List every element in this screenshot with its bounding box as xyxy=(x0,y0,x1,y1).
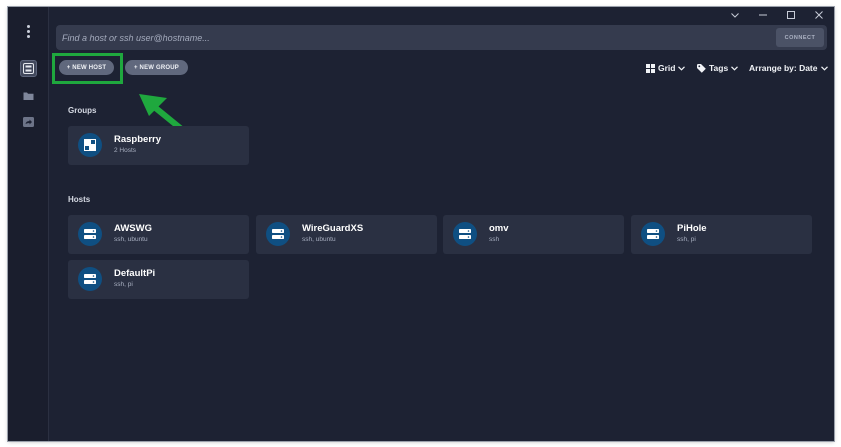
maximize-icon[interactable] xyxy=(777,7,805,23)
view-mode-label: Grid xyxy=(658,63,676,73)
host-name: WireGuardXS xyxy=(302,223,364,234)
group-host-count: 2 Hosts xyxy=(114,147,137,154)
server-icon xyxy=(453,222,477,246)
host-tags: ssh, ubuntu xyxy=(114,236,148,243)
new-group-button[interactable]: + NEW GROUP xyxy=(125,60,188,75)
host-name: DefaultPi xyxy=(114,268,156,279)
folder-icon[interactable] xyxy=(20,87,37,104)
arrange-by-dropdown[interactable]: Arrange by: Date xyxy=(749,62,828,74)
chevron-down-icon xyxy=(820,65,828,71)
server-icon xyxy=(266,222,290,246)
minimize-icon[interactable] xyxy=(749,7,777,23)
server-icon xyxy=(641,222,665,246)
search-bar: CONNECT xyxy=(56,25,827,50)
chevron-down-icon xyxy=(731,65,739,71)
host-name: AWSWG xyxy=(114,223,152,234)
host-name: PiHole xyxy=(677,223,707,234)
server-icon xyxy=(78,267,102,291)
tags-dropdown[interactable]: Tags xyxy=(697,62,739,74)
port-forwarding-icon[interactable] xyxy=(20,113,37,130)
group-name: Raspberry xyxy=(114,134,161,145)
close-icon[interactable] xyxy=(805,7,833,23)
chevron-down-icon[interactable] xyxy=(721,7,749,23)
host-tags: ssh, pi xyxy=(114,281,133,288)
host-card[interactable]: omv ssh xyxy=(443,215,624,254)
host-tags: ssh, ubuntu xyxy=(302,236,336,243)
host-card[interactable]: AWSWG ssh, ubuntu xyxy=(68,215,249,254)
hosts-nav-icon[interactable] xyxy=(20,60,37,77)
host-tags: ssh xyxy=(489,236,500,243)
host-card[interactable]: DefaultPi ssh, pi xyxy=(68,260,249,299)
hosts-heading: Hosts xyxy=(68,195,91,204)
tag-icon xyxy=(697,63,706,73)
search-input[interactable] xyxy=(62,29,762,46)
connect-button[interactable]: CONNECT xyxy=(776,28,824,47)
host-name: omv xyxy=(489,223,509,234)
chevron-down-icon xyxy=(678,65,686,71)
annotation-highlight-box xyxy=(52,53,123,84)
server-icon xyxy=(78,222,102,246)
host-tags: ssh, pi xyxy=(677,236,696,243)
groups-heading: Groups xyxy=(68,106,97,115)
group-card[interactable]: Raspberry 2 Hosts xyxy=(68,126,249,165)
arrange-by-label: Arrange by: Date xyxy=(749,63,818,73)
group-icon xyxy=(78,133,102,157)
left-rail xyxy=(8,7,49,441)
more-menu-icon[interactable] xyxy=(19,22,37,40)
app-window: CONNECT + NEW HOST + NEW GROUP Grid Tags… xyxy=(8,7,834,441)
host-card[interactable]: PiHole ssh, pi xyxy=(631,215,812,254)
view-mode-dropdown[interactable]: Grid xyxy=(646,62,686,74)
grid-icon xyxy=(646,63,655,73)
host-card[interactable]: WireGuardXS ssh, ubuntu xyxy=(256,215,437,254)
tags-label: Tags xyxy=(709,63,729,73)
